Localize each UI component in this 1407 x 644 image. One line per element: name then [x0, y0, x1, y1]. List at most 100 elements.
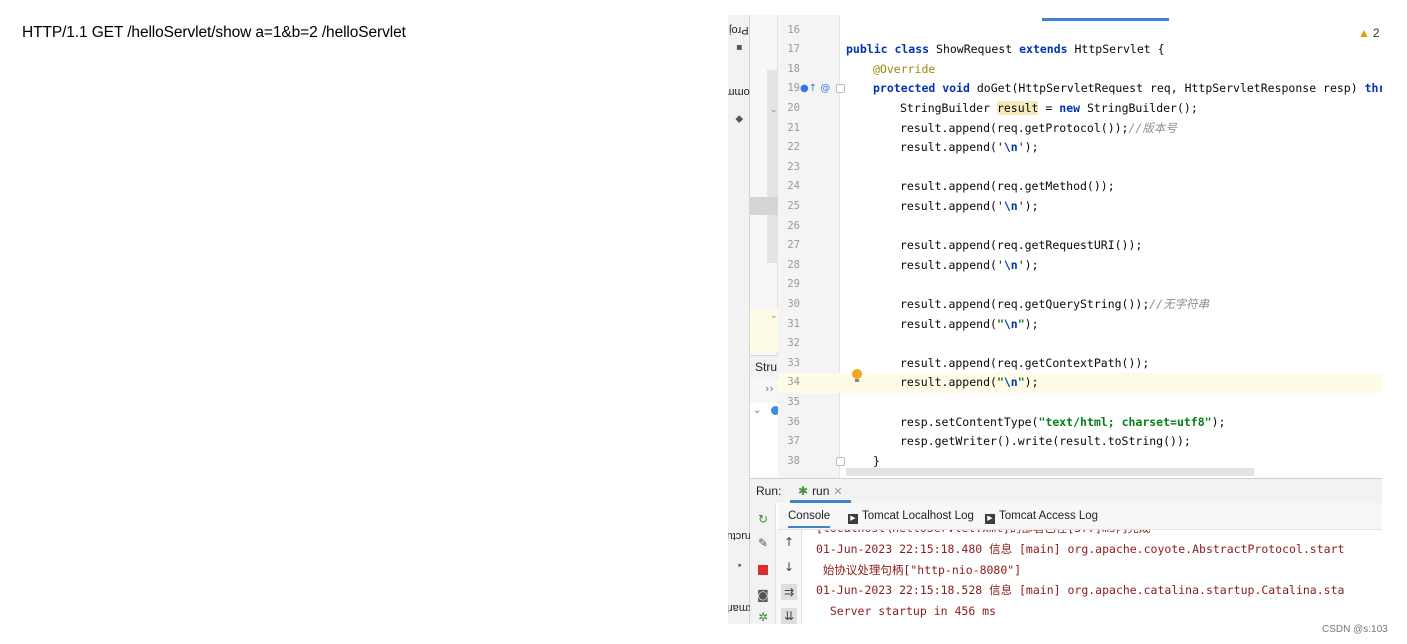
code-line: 19 protected void doGet(HttpServletReques…	[778, 79, 1382, 99]
run-subtabs: Console ▶ Tomcat Localhost Log ▶ Tomcat Ac…	[778, 503, 1382, 530]
soft-wrap-icon[interactable]: ⇉	[781, 584, 797, 600]
code-line: 18 @Override	[778, 60, 1382, 80]
panel-scrollbar[interactable]	[767, 70, 777, 263]
line-number: 18	[787, 62, 800, 75]
fold-marker-icon[interactable]	[836, 456, 845, 466]
line-number: 33	[787, 356, 800, 369]
line-number: 26	[787, 219, 800, 232]
console-line: [localhost\helloServlet.xml]的部署已在[377]ms…	[816, 530, 1150, 538]
line-number: 20	[787, 101, 800, 114]
scroll-to-end-icon[interactable]: ⇊	[781, 608, 797, 624]
line-number: 32	[787, 337, 800, 350]
line-number: 21	[787, 121, 800, 134]
code-line: 26	[778, 217, 1382, 237]
tab-tomcat-localhost-log[interactable]: ▶ Tomcat Localhost Log	[848, 510, 974, 524]
commit-tool-tab[interactable]: ◆Commit	[728, 67, 758, 129]
fold-marker-icon[interactable]	[836, 84, 845, 94]
code-line: 16	[778, 21, 1382, 41]
code-text: resp.setContentType("text/html; charset=…	[900, 414, 1226, 429]
camera-icon[interactable]: ◙	[755, 587, 771, 603]
code-text: StringBuilder result = new StringBuilder…	[900, 100, 1198, 115]
code-text: result.append(req.getContextPath());	[900, 355, 1150, 370]
code-line: 37 resp.getWriter().write(result.toString…	[778, 432, 1382, 452]
code-line: 35	[778, 393, 1382, 413]
structure-panel-header: Stru	[750, 355, 778, 377]
line-number: 37	[787, 435, 800, 448]
code-text: result.append(req.getMethod());	[900, 179, 1115, 194]
code-line: 25 result.append('\n');	[778, 197, 1382, 217]
code-text: result.append(req.getProtocol());//版本号	[900, 120, 1177, 135]
code-text: result.append(req.getRequestURI());	[900, 238, 1143, 253]
structure-icon: ▪	[737, 558, 742, 570]
tab-console[interactable]: Console	[788, 510, 831, 528]
code-line: 34 result.append("\n");	[778, 373, 1382, 393]
line-number: 24	[787, 180, 800, 193]
code-line: 32	[778, 334, 1382, 354]
left-tool-strip: ■Proj ◆Commit ▪Structure okmarks	[728, 15, 761, 624]
ide-window: ■Proj ◆Commit ▪Structure okmarks ⌄ ⌄ Str…	[728, 15, 1382, 624]
watermark: CSDN @s:103	[1322, 624, 1388, 635]
editor-horizontal-scrollbar[interactable]	[846, 468, 1254, 476]
selected-tree-row[interactable]	[750, 197, 778, 215]
code-line: 31 result.append("\n");	[778, 315, 1382, 335]
line-number: 28	[787, 258, 800, 271]
run-label: Run:	[756, 484, 782, 498]
code-text: @Override	[873, 61, 936, 76]
code-text: result.append('\n');	[900, 257, 1039, 272]
structure-expand-toggle[interactable]: ››	[750, 379, 778, 401]
line-number: 29	[787, 278, 800, 291]
tomcat-icon: ✱	[798, 484, 809, 498]
line-number: 19	[787, 82, 800, 95]
line-number: 22	[787, 141, 800, 154]
line-number: 16	[787, 23, 800, 36]
stop-icon[interactable]	[755, 563, 771, 579]
line-number: 27	[787, 239, 800, 252]
debug-icon[interactable]: ✲	[755, 609, 771, 624]
structure-tool-tab[interactable]: ▪Structure	[728, 501, 761, 579]
rerun-icon[interactable]: ↻	[755, 511, 771, 527]
log-icon: ▶	[848, 514, 858, 524]
code-text: protected void doGet(HttpServletRequest …	[873, 81, 1382, 96]
tab-tomcat-access-log[interactable]: ▶ Tomcat Access Log	[985, 510, 1098, 524]
line-number: 31	[787, 317, 800, 330]
close-icon[interactable]: ✕	[833, 486, 842, 498]
code-line: 21 result.append(req.getProtocol());//版本号	[778, 119, 1382, 139]
run-config-tab[interactable]: ✱ run ✕	[790, 479, 851, 503]
chevron-down-icon[interactable]: ⌄	[770, 311, 778, 321]
chevron-down-icon[interactable]: ⌄	[753, 405, 761, 416]
browser-response-text: HTTP/1.1 GET /helloServlet/show a=1&b=2 …	[22, 24, 406, 41]
console-toolbar: ↑ ↓ ⇉ ⇊	[776, 530, 802, 624]
console-output[interactable]: [localhost\helloServlet.xml]的部署已在[377]ms…	[802, 530, 1382, 624]
code-line: 28 result.append('\n');	[778, 256, 1382, 276]
code-text: public class ShowRequest extends HttpSer…	[846, 42, 1165, 57]
line-number: 17	[787, 43, 800, 56]
code-text: result.append("\n");	[900, 316, 1039, 331]
line-number: 35	[787, 395, 800, 408]
code-line: 27 result.append(req.getRequestURI());	[778, 236, 1382, 256]
folder-icon: ■	[736, 41, 743, 53]
commit-icon: ◆	[735, 113, 744, 125]
run-toolbar: ↻ ✎ ◙ ✲	[750, 503, 776, 624]
structure-tree: ⌄	[750, 403, 780, 478]
wrench-icon[interactable]: ✎	[755, 535, 771, 551]
code-line: 30 result.append(req.getQueryString());//…	[778, 295, 1382, 315]
code-editor[interactable]: ▲ 2 16 17 public class ShowRequest extends …	[778, 15, 1382, 478]
code-line: 23	[778, 158, 1382, 178]
project-tool-tab[interactable]: ■Proj	[728, 15, 750, 55]
log-icon: ▶	[985, 514, 995, 524]
line-number: 23	[787, 160, 800, 173]
line-number: 36	[787, 415, 800, 428]
line-number: 30	[787, 297, 800, 310]
code-line: 22 result.append('\n');	[778, 138, 1382, 158]
arrow-down-icon[interactable]: ↓	[781, 559, 797, 575]
intention-bulb-icon[interactable]	[852, 369, 862, 383]
bookmarks-tool-tab[interactable]: okmarks	[728, 583, 760, 624]
code-text: resp.getWriter().write(result.toString()…	[900, 434, 1191, 449]
code-line: 24 result.append(req.getMethod());	[778, 177, 1382, 197]
run-tool-window: Run: ✱ run ✕ ↻ ✎ ◙ ✲ Console ▶ Tomcat Local…	[750, 478, 1382, 624]
code-line: 29	[778, 275, 1382, 295]
chevron-down-icon[interactable]: ⌄	[770, 105, 778, 115]
arrow-up-icon[interactable]: ↑	[781, 534, 797, 550]
console-line: 01-Jun-2023 22:15:18.480 信息 [main] org.a…	[816, 542, 1345, 556]
override-gutter-icon[interactable]: ●↑ @	[800, 79, 830, 99]
